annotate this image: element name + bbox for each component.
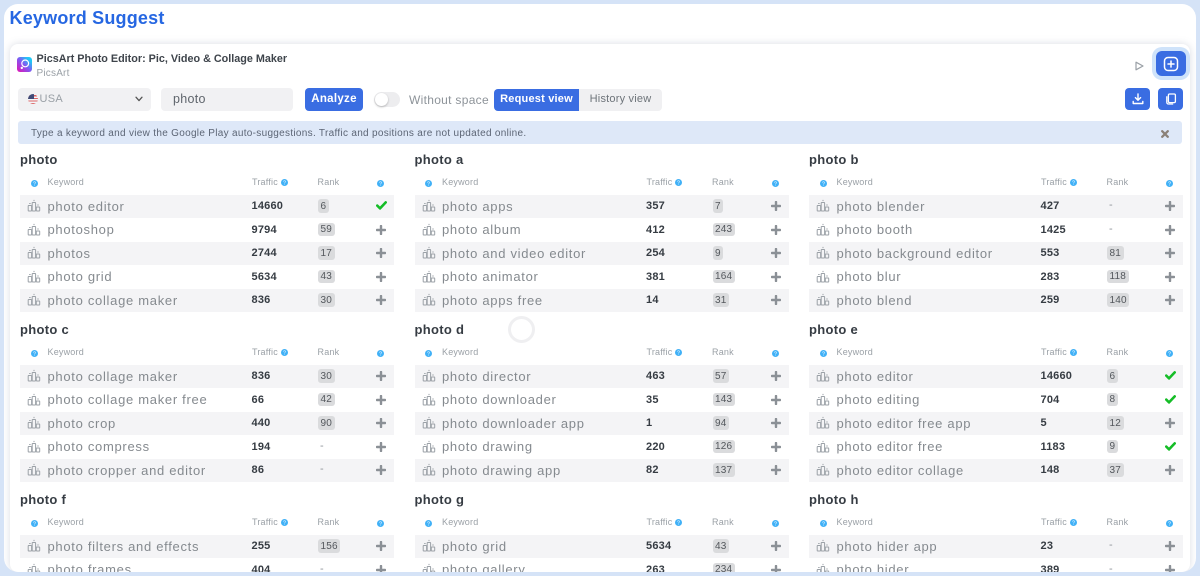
svg-text:?: ? xyxy=(1072,350,1075,355)
svg-text:?: ? xyxy=(677,180,680,185)
svg-text:?: ? xyxy=(774,182,777,187)
svg-text:?: ? xyxy=(283,520,286,525)
svg-text:?: ? xyxy=(283,350,286,355)
svg-text:?: ? xyxy=(427,352,430,357)
svg-text:?: ? xyxy=(427,182,430,187)
svg-text:?: ? xyxy=(774,352,777,357)
svg-text:?: ? xyxy=(822,522,825,527)
svg-text:?: ? xyxy=(1072,520,1075,525)
svg-text:?: ? xyxy=(822,352,825,357)
svg-text:?: ? xyxy=(1168,352,1171,357)
svg-text:?: ? xyxy=(822,182,825,187)
svg-text:?: ? xyxy=(677,350,680,355)
svg-text:?: ? xyxy=(379,522,382,527)
svg-text:?: ? xyxy=(1168,182,1171,187)
svg-text:?: ? xyxy=(1168,522,1171,527)
svg-text:?: ? xyxy=(1072,180,1075,185)
svg-text:?: ? xyxy=(427,522,430,527)
svg-text:?: ? xyxy=(774,522,777,527)
svg-text:?: ? xyxy=(379,352,382,357)
svg-text:?: ? xyxy=(33,522,36,527)
svg-text:?: ? xyxy=(677,520,680,525)
svg-text:?: ? xyxy=(33,352,36,357)
svg-text:?: ? xyxy=(33,182,36,187)
svg-text:?: ? xyxy=(283,180,286,185)
svg-text:?: ? xyxy=(379,182,382,187)
